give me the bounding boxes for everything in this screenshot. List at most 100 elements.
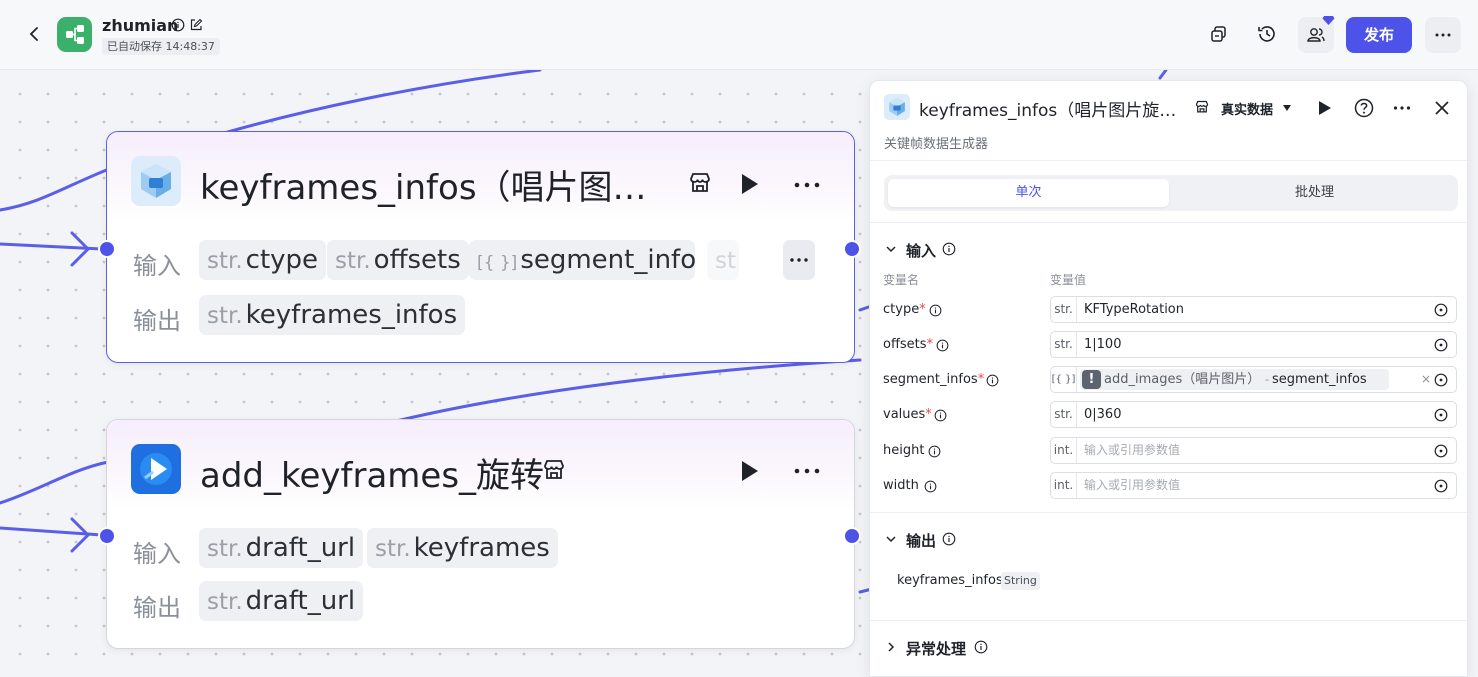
output-row-label: 输出 <box>133 307 181 335</box>
canvas-edge <box>1468 80 1478 677</box>
app-logo <box>57 17 92 52</box>
width-input[interactable]: int. 输入或引用参数值 <box>1050 472 1457 499</box>
reference-field: segment_infos <box>1272 372 1367 387</box>
more-dots-icon[interactable] <box>1391 97 1413 119</box>
input-tag: [{ }] segment_infos <box>469 240 695 280</box>
reference-variable-icon[interactable] <box>1434 373 1448 387</box>
more-dots-icon <box>1435 33 1451 37</box>
tab-batch[interactable]: 批处理 <box>1174 179 1455 207</box>
chevron-down-icon[interactable] <box>884 242 898 256</box>
reference-source: add_images（唱片图片） <box>1104 372 1261 387</box>
field-type: str. <box>1051 332 1077 357</box>
publish-button[interactable]: 发布 <box>1346 17 1412 53</box>
remove-reference-icon[interactable]: × <box>1421 367 1431 392</box>
field-value: 1|100 <box>1084 337 1122 352</box>
chevron-right-icon[interactable] <box>884 640 898 654</box>
data-mode-select[interactable]: 真实数据 <box>1221 99 1273 118</box>
input-tag: str. keyframes <box>367 528 558 568</box>
values-input[interactable]: str. 0|360 <box>1050 401 1457 428</box>
output-variable-name: keyframes_infos <box>897 573 1003 588</box>
more-dots-icon[interactable] <box>789 167 825 203</box>
reference-variable-icon[interactable] <box>1434 338 1448 352</box>
output-tag: str. keyframes_infos <box>199 295 466 335</box>
ctype-input[interactable]: str. KFTypeRotation <box>1050 296 1457 323</box>
more-dots-icon <box>790 258 808 262</box>
tag-name: draft_url <box>245 533 356 563</box>
input-port[interactable] <box>98 527 116 545</box>
field-placeholder: 输入或引用参数值 <box>1084 478 1181 492</box>
field-label-values: values* <box>883 407 932 422</box>
info-icon[interactable] <box>929 304 942 317</box>
tab-single[interactable]: 单次 <box>888 179 1169 207</box>
reference-variable-icon[interactable] <box>1434 479 1448 493</box>
reference-chip[interactable]: ! add_images（唱片图片） - segment_infos <box>1080 369 1389 390</box>
info-icon[interactable] <box>934 409 947 422</box>
tag-type: str. <box>207 589 243 615</box>
required-mark: * <box>925 407 932 422</box>
field-label-offsets: offsets* <box>883 337 933 352</box>
info-icon[interactable] <box>986 374 999 387</box>
copy-icon[interactable] <box>1207 22 1231 46</box>
more-inputs-button[interactable] <box>783 240 815 280</box>
input-tag-faded: st <box>707 240 739 280</box>
input-port[interactable] <box>98 240 116 258</box>
plugin-cube-icon <box>131 156 181 206</box>
edit-icon[interactable] <box>189 18 203 32</box>
error-handling-section-title[interactable]: 异常处理 <box>906 638 966 659</box>
workflow-node-keyframes-infos[interactable]: keyframes_infos（唱片图片旋转） 输入 str.ctype str… <box>98 131 861 363</box>
run-play-icon[interactable] <box>735 457 763 485</box>
info-icon[interactable] <box>974 640 988 654</box>
tag-name: ctype <box>245 245 319 275</box>
back-arrow-icon[interactable] <box>22 22 46 46</box>
field-label-text: ctype <box>883 302 920 317</box>
close-icon[interactable] <box>1431 97 1453 119</box>
plugin-store-icon[interactable] <box>1194 99 1210 115</box>
chevron-down-icon[interactable] <box>884 532 898 546</box>
info-icon[interactable] <box>171 18 185 32</box>
field-value: KFTypeRotation <box>1084 302 1185 317</box>
divider <box>870 512 1467 513</box>
tag-type: str. <box>207 303 243 329</box>
segment-infos-input[interactable]: [{ }] ! add_images（唱片图片） - segment_infos… <box>1050 366 1457 393</box>
panel-subtitle: 关键帧数据生成器 <box>884 137 989 152</box>
panel-title: keyframes_infos（唱片图片旋转） <box>919 101 1184 121</box>
caret-down-icon[interactable] <box>1282 103 1292 113</box>
output-port[interactable] <box>843 240 861 258</box>
help-icon[interactable] <box>1353 97 1375 119</box>
info-icon[interactable] <box>928 445 941 458</box>
required-mark: * <box>977 372 985 387</box>
reference-separator: - <box>1265 373 1269 386</box>
offsets-input[interactable]: str. 1|100 <box>1050 331 1457 358</box>
output-variable-type: String <box>1001 572 1040 590</box>
reference-variable-icon[interactable] <box>1434 444 1448 458</box>
reference-variable-icon[interactable] <box>1434 303 1448 317</box>
info-icon[interactable] <box>924 480 937 493</box>
height-input[interactable]: int. 输入或引用参数值 <box>1050 437 1457 464</box>
more-menu-button[interactable] <box>1425 17 1461 53</box>
history-icon[interactable] <box>1255 22 1279 46</box>
plugin-store-icon[interactable] <box>687 170 713 196</box>
output-port[interactable] <box>843 527 861 545</box>
info-icon[interactable] <box>942 532 956 546</box>
column-header-name: 变量名 <box>883 273 920 287</box>
reference-variable-icon[interactable] <box>1434 408 1448 422</box>
field-label-width: width <box>883 478 919 493</box>
workflow-node-add-keyframes[interactable]: add_keyframes_旋转 输入 str. draft_url str. ke… <box>98 419 861 649</box>
field-label-ctype: ctype* <box>883 302 926 317</box>
more-dots-icon[interactable] <box>789 453 825 489</box>
tag-name: segment_infos <box>520 245 695 275</box>
plugin-store-icon[interactable] <box>541 457 567 483</box>
field-label-text: height <box>883 443 925 458</box>
tag-type: str. <box>207 536 243 562</box>
field-type: int. <box>1051 438 1077 463</box>
tag-type: str. <box>375 536 411 562</box>
field-label-segment-infos: segment_infos* <box>883 372 984 387</box>
field-label-height: height <box>883 443 924 458</box>
run-play-icon[interactable] <box>735 170 763 198</box>
info-icon[interactable] <box>942 242 956 256</box>
warning-icon: ! <box>1082 370 1101 389</box>
required-mark: * <box>926 337 934 352</box>
info-icon[interactable] <box>936 339 949 352</box>
video-play-icon <box>131 444 181 494</box>
run-play-icon[interactable] <box>1313 97 1335 119</box>
